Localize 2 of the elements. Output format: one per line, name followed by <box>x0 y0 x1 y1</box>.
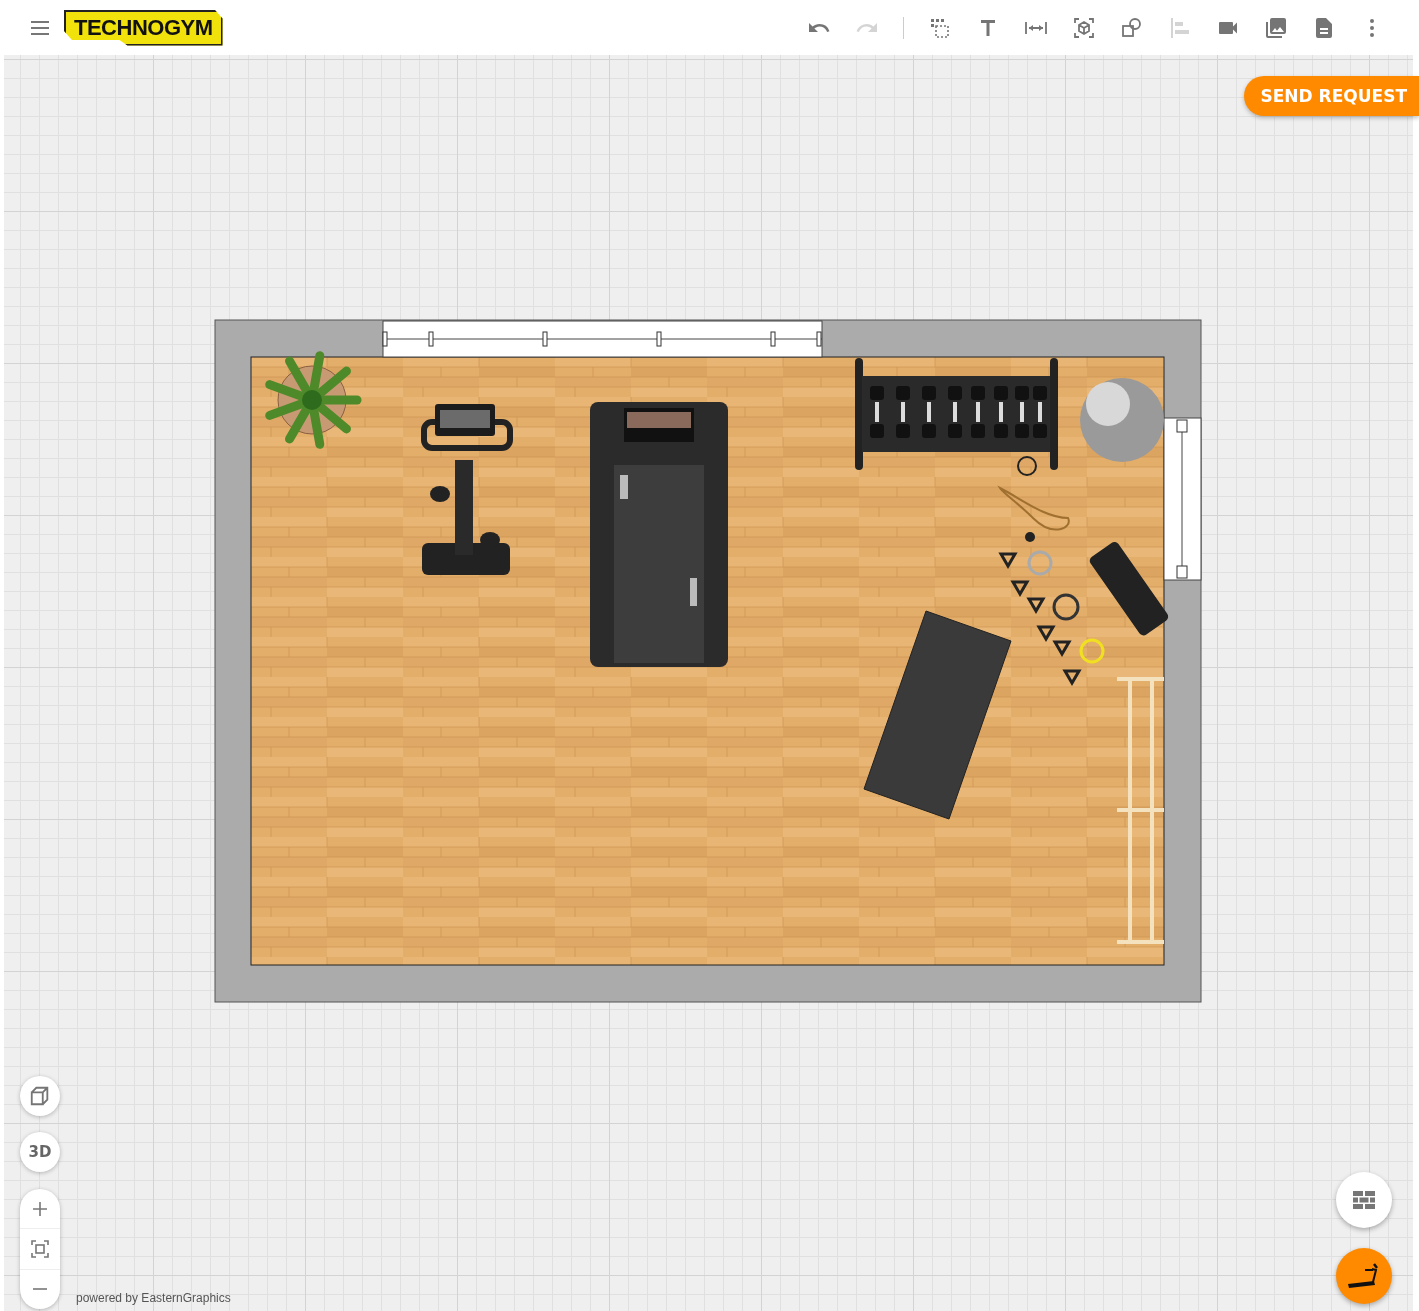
credit-text: powered by EasternGraphics <box>76 1291 231 1305</box>
logo: TECHNOGYM <box>64 9 223 46</box>
